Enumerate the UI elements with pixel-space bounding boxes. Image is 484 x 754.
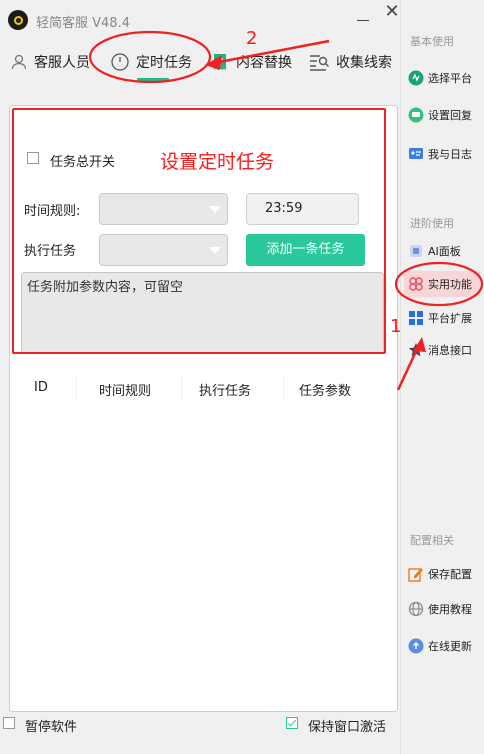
cloud-upload-icon xyxy=(408,638,424,654)
keep-active-checkbox[interactable] xyxy=(286,717,298,729)
sidebar-item-label: 平台扩展 xyxy=(428,312,472,325)
extension-icon xyxy=(408,310,424,326)
sidebar-section-title: 进阶使用 xyxy=(410,217,454,230)
clock-icon xyxy=(111,53,129,71)
sidebar-item-label: 设置回复 xyxy=(428,109,472,122)
sidebar-item-ai-panel[interactable]: AI面板 xyxy=(404,238,480,264)
keep-active-label: 保持窗口激活 xyxy=(308,720,387,735)
annotation-step-1: 1 xyxy=(390,316,402,337)
sidebar-item-label: 保存配置 xyxy=(428,568,472,581)
column-header: 执行任务 xyxy=(199,384,252,399)
pause-checkbox[interactable] xyxy=(3,717,15,729)
sidebar-section-title: 配置相关 xyxy=(410,534,454,547)
minimize-button[interactable] xyxy=(352,8,376,32)
pause-label: 暂停软件 xyxy=(25,720,78,735)
sidebar-item-select-platform[interactable]: 选择平台 xyxy=(404,65,480,91)
column-header: 时间规则 xyxy=(99,384,152,399)
log-icon xyxy=(408,146,424,162)
annotation-box xyxy=(12,108,386,354)
sidebar-section-title: 基本使用 xyxy=(410,35,454,48)
receipt-icon xyxy=(214,54,226,70)
column-divider xyxy=(181,376,182,400)
sidebar-item-platform-extension[interactable]: 平台扩展 xyxy=(404,305,480,331)
sidebar-item-tutorial[interactable]: 使用教程 xyxy=(404,596,480,622)
reply-icon xyxy=(408,107,424,123)
sidebar-item-tools[interactable]: 实用功能 xyxy=(404,271,480,297)
tab-content-replace[interactable]: 内容替换 xyxy=(210,48,292,76)
app-title: 轻简客服 V48.4 xyxy=(36,16,130,31)
list-search-icon xyxy=(310,55,329,71)
tab-label: 内容替换 xyxy=(236,55,292,71)
sidebar-item-message-api[interactable]: 消息接口 xyxy=(404,337,480,363)
ai-panel-icon xyxy=(408,243,424,259)
sidebar-item-label: 选择平台 xyxy=(428,72,472,85)
platform-icon xyxy=(408,70,424,86)
tools-icon xyxy=(408,276,424,292)
tab-label: 客服人员 xyxy=(34,55,90,71)
sidebar-item-save-config[interactable]: 保存配置 xyxy=(404,561,480,587)
annotation-label: 设置定时任务 xyxy=(160,151,275,173)
sidebar-item-label: 实用功能 xyxy=(428,278,472,291)
tab-staff[interactable]: 客服人员 xyxy=(10,48,90,76)
app-logo-icon xyxy=(8,10,28,30)
sidebar-item-online-update[interactable]: 在线更新 xyxy=(404,633,480,659)
sidebar-item-log[interactable]: 我与日志 xyxy=(404,141,480,167)
close-button[interactable]: ✕ xyxy=(382,2,402,24)
column-divider xyxy=(283,376,284,400)
sidebar-item-label: 我与日志 xyxy=(428,148,472,161)
sidebar-item-label: 消息接口 xyxy=(428,344,472,357)
tab-schedule[interactable]: 定时任务 xyxy=(110,48,192,76)
column-header: 任务参数 xyxy=(299,384,352,399)
sidebar-item-label: AI面板 xyxy=(428,245,461,258)
sidebar-item-label: 使用教程 xyxy=(428,603,472,616)
tab-collect-leads[interactable]: 收集线索 xyxy=(308,48,392,76)
tab-label: 收集线索 xyxy=(336,55,392,71)
column-header: ID xyxy=(34,380,48,395)
sidebar-item-label: 在线更新 xyxy=(428,640,472,653)
active-tab-indicator xyxy=(137,78,169,81)
task-table-header: ID 时间规则 执行任务 任务参数 xyxy=(21,368,384,408)
annotation-step-2: 2 xyxy=(246,28,258,49)
globe-icon xyxy=(408,601,424,617)
edit-icon xyxy=(408,566,424,582)
tab-label: 定时任务 xyxy=(136,55,192,71)
star-icon xyxy=(408,342,424,358)
person-icon xyxy=(11,54,27,70)
sidebar-item-set-reply[interactable]: 设置回复 xyxy=(404,102,480,128)
column-divider xyxy=(76,376,77,400)
